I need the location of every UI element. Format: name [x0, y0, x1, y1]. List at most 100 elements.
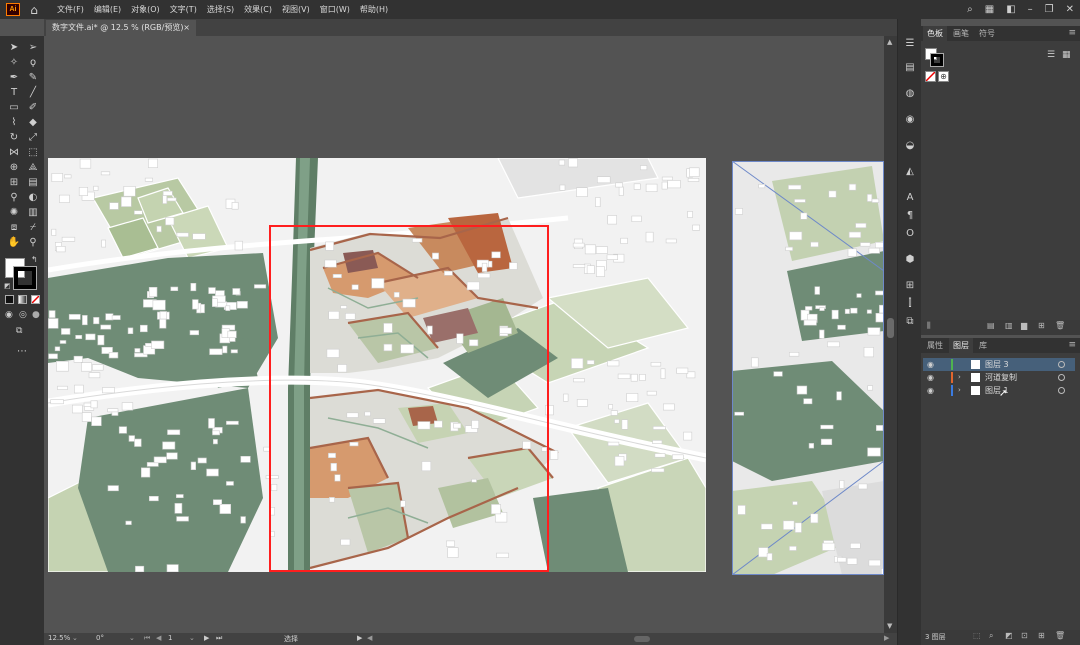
slice-tool-icon[interactable]: ⌿ [26, 221, 40, 234]
rotation-dropdown-icon[interactable]: ⌄ [129, 634, 135, 642]
menu-item[interactable]: 窗口(W) [315, 0, 355, 19]
zoom-dropdown-icon[interactable]: ⌄ [72, 634, 78, 642]
magic-wand-tool-icon[interactable]: ✧ [7, 56, 21, 69]
target-circle-icon[interactable] [1058, 361, 1065, 368]
stroke-swatch[interactable] [13, 266, 37, 290]
minimize-button[interactable]: – [1028, 4, 1033, 15]
character-icon[interactable]: A [903, 191, 917, 204]
new-color-group-icon[interactable]: ▆ [1021, 321, 1027, 330]
artboard-tool-icon[interactable]: ⧈ [7, 221, 21, 234]
layers-tab[interactable]: 属性 [923, 338, 947, 353]
new-layer-icon[interactable]: ⊞ [1038, 631, 1045, 640]
paintbrush-tool-icon[interactable]: ✐ [26, 101, 40, 114]
menu-item[interactable]: 编辑(E) [89, 0, 126, 19]
scroll-down-icon[interactable]: ▼ [887, 622, 892, 630]
gradient-panel-icon[interactable]: ◭ [903, 165, 917, 178]
scroll-left-icon[interactable]: ◀ [367, 634, 372, 642]
zoom-level[interactable]: 12.5% [48, 634, 70, 642]
search-icon[interactable]: ⌕ [967, 4, 973, 15]
layer-name[interactable]: 图层 3 [985, 358, 1009, 371]
swatches-tab[interactable]: 符号 [975, 26, 999, 41]
draw-behind-icon[interactable]: ● [32, 310, 40, 320]
pathfinder-icon[interactable]: ⧉ [903, 315, 917, 328]
lasso-tool-icon[interactable]: ϙ [26, 56, 40, 69]
menu-item[interactable]: 视图(V) [277, 0, 315, 19]
visibility-eye-icon[interactable]: ◉ [927, 371, 934, 384]
shape-builder-tool-icon[interactable]: ⊕ [7, 161, 21, 174]
type-tool-icon[interactable]: T [7, 86, 21, 99]
arrange-documents-icon[interactable]: ▦ [985, 4, 994, 15]
visibility-eye-icon[interactable]: ◉ [927, 384, 934, 397]
next-artboard-icon[interactable]: ▶ [204, 634, 209, 642]
gradient-tool-icon[interactable]: ▤ [26, 176, 40, 189]
delete-swatch-icon[interactable]: 🗑 [1055, 321, 1065, 330]
swatches-tab[interactable]: 画笔 [949, 26, 973, 41]
document-tab[interactable]: 数字文件.ai* @ 12.5 % (RGB/预览) × [46, 20, 196, 36]
free-transform-tool-icon[interactable]: ⬚ [26, 146, 40, 159]
panel-menu-icon[interactable]: ≡ [1068, 26, 1076, 41]
expand-chevron-icon[interactable]: › [958, 384, 961, 397]
direct-selection-tool-icon[interactable]: ➢ [26, 41, 40, 54]
status-menu-icon[interactable]: ▶ [357, 634, 362, 642]
last-artboard-icon[interactable]: ⏭ [216, 634, 222, 643]
scale-tool-icon[interactable]: ⤢ [26, 131, 40, 144]
gradient-mode-icon[interactable] [18, 295, 27, 304]
swap-fill-stroke-icon[interactable]: ↰ [31, 255, 38, 264]
swatches-tab[interactable]: 色板 [923, 26, 947, 41]
color-group-icon[interactable]: ▥ [1005, 321, 1013, 330]
layer-row[interactable]: ◉ 图层 3 [923, 358, 1075, 371]
selection-tool-icon[interactable]: ➤ [7, 41, 21, 54]
curvature-tool-icon[interactable]: ✎ [26, 71, 40, 84]
edit-toolbar-icon[interactable]: ⋯ [17, 346, 27, 357]
expand-chevron-icon[interactable]: › [958, 371, 961, 384]
artboard-number[interactable]: 1 [168, 634, 172, 642]
rectangle-tool-icon[interactable]: ▭ [7, 101, 21, 114]
horizontal-scroll-thumb[interactable] [634, 636, 650, 642]
vertical-scroll-thumb[interactable] [887, 318, 894, 338]
layers-tab[interactable]: 图层 [949, 338, 973, 353]
locate-object-icon[interactable]: ⌕ [989, 631, 993, 641]
draw-inside-icon[interactable]: ◎ [19, 310, 27, 320]
layers-panel-menu-icon[interactable]: ≡ [1068, 338, 1076, 353]
menu-item[interactable]: 效果(C) [239, 0, 277, 19]
clipping-mask-icon[interactable]: ◩ [1005, 631, 1013, 640]
graphic-styles-icon[interactable]: ⬢ [903, 253, 917, 266]
default-fill-stroke-icon[interactable]: ◩ [4, 282, 11, 290]
layers-tab[interactable]: 库 [975, 338, 991, 353]
menu-item[interactable]: 选择(S) [202, 0, 239, 19]
zoom-tool-icon[interactable]: ⚲ [26, 236, 40, 249]
blend-tool-icon[interactable]: ◐ [26, 191, 40, 204]
comments-icon[interactable]: ▤ [903, 61, 917, 74]
home-icon[interactable]: ⌂ [26, 3, 42, 17]
none-swatch[interactable] [925, 71, 936, 82]
screen-mode-icon[interactable]: ⧉ [16, 326, 22, 336]
scroll-right-icon[interactable]: ▶ [884, 634, 889, 642]
perspective-grid-tool-icon[interactable]: ⟁ [26, 161, 40, 174]
artboard-1[interactable] [48, 158, 706, 572]
target-circle-icon[interactable] [1058, 374, 1065, 381]
new-swatch-icon[interactable]: ⊞ [1038, 321, 1045, 330]
color-mode-icon[interactable] [5, 295, 14, 304]
graph-tool-icon[interactable]: ▥ [26, 206, 40, 219]
eyedropper-tool-icon[interactable]: ⚲ [7, 191, 21, 204]
color-guide-icon[interactable]: ◉ [903, 113, 917, 126]
artboard-2[interactable] [732, 161, 884, 575]
transparency-icon[interactable]: ◒ [903, 139, 917, 152]
menu-item[interactable]: 帮助(H) [355, 0, 393, 19]
width-tool-icon[interactable]: ⋈ [7, 146, 21, 159]
properties-icon[interactable]: ☰ [903, 37, 917, 50]
target-circle-icon[interactable] [1058, 387, 1065, 394]
line-tool-icon[interactable]: ╱ [26, 86, 40, 99]
mesh-tool-icon[interactable]: ⊞ [7, 176, 21, 189]
paragraph-icon[interactable]: ¶ [903, 209, 917, 222]
pen-tool-icon[interactable]: ✒ [7, 71, 21, 84]
align-icon[interactable]: ⫿ [903, 297, 917, 310]
canvas-area[interactable] [44, 36, 884, 633]
thumbnail-view-icon[interactable]: ▦ [1062, 50, 1071, 60]
previous-artboard-icon[interactable]: ◀ [156, 634, 161, 642]
scroll-up-icon[interactable]: ▲ [887, 38, 892, 46]
artboard-dropdown-icon[interactable]: ⌄ [189, 634, 195, 642]
restore-button[interactable]: ❐ [1045, 4, 1054, 15]
rotation-value[interactable]: 0° [96, 634, 104, 642]
first-artboard-icon[interactable]: ⏮ [144, 634, 150, 643]
